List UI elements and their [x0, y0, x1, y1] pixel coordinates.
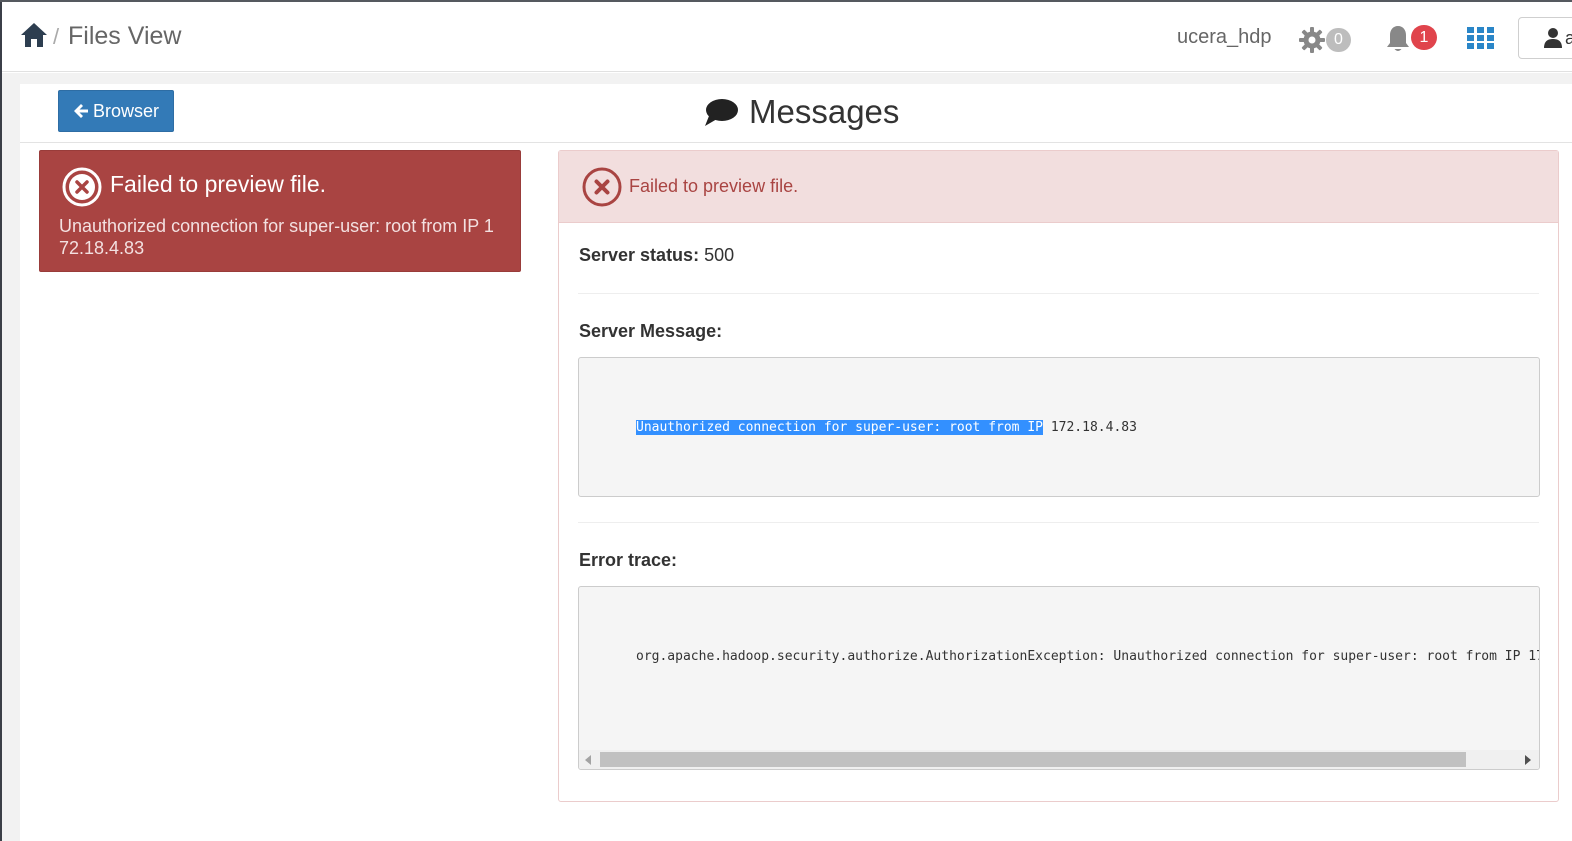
bell-icon[interactable] — [1384, 24, 1412, 54]
scroll-left-arrow[interactable] — [585, 755, 591, 765]
error-trace-text[interactable]: org.apache.hadoop.security.authorize.Aut… — [636, 649, 1539, 664]
selected-text: Unauthorized connection for super-user: … — [636, 420, 1043, 435]
cluster-name: ucera_hdp — [1177, 26, 1272, 48]
server-message-label: Server Message: — [579, 321, 723, 341]
messages-heading: Messages — [703, 92, 899, 132]
error-trace-label: Error trace: — [579, 550, 678, 570]
messages-title: Messages — [749, 93, 900, 130]
user-icon — [1544, 28, 1562, 48]
section-divider — [578, 293, 1539, 294]
browser-button-label: Browser — [92, 100, 159, 121]
error-alert: Failed to preview file. Unauthorized con… — [39, 150, 521, 272]
settings-count-badge: 0 — [1326, 28, 1351, 52]
section-divider — [578, 522, 1539, 523]
user-menu-button[interactable]: a — [1518, 17, 1572, 59]
notifications-count-badge: 1 — [1411, 25, 1437, 50]
times-circle-icon — [582, 167, 622, 207]
grid-icon[interactable] — [1467, 27, 1494, 49]
breadcrumb-separator: / — [53, 24, 60, 49]
server-status-value: 500 — [704, 245, 735, 265]
error-detail-title: Failed to preview file. — [629, 176, 799, 196]
home-icon[interactable] — [20, 21, 48, 49]
gear-icon[interactable] — [1298, 26, 1326, 54]
server-message-box[interactable]: Unauthorized connection for super-user: … — [578, 357, 1540, 497]
error-trace-box[interactable]: org.apache.hadoop.security.authorize.Aut… — [578, 586, 1540, 770]
error-detail-panel: Failed to preview file. Server status: 5… — [558, 150, 1559, 802]
alert-title: Failed to preview file. — [110, 171, 327, 197]
browser-back-button[interactable]: Browser — [58, 90, 174, 132]
server-message-rest: 172.18.4.83 — [1043, 420, 1137, 435]
times-circle-icon — [62, 167, 102, 207]
arrow-left-icon — [73, 104, 88, 118]
user-name-partial: a — [1565, 28, 1572, 48]
comment-icon — [705, 99, 738, 126]
error-detail-header: Failed to preview file. — [559, 151, 1558, 223]
alert-message: Unauthorized connection for super-user: … — [59, 216, 494, 258]
server-status-label: Server status: — [579, 245, 700, 265]
page-title: Files View — [68, 22, 182, 50]
server-status: Server status: 500 — [579, 245, 734, 266]
scroll-thumb[interactable] — [600, 752, 1466, 767]
horizontal-scrollbar[interactable] — [579, 750, 1539, 769]
scroll-right-arrow[interactable] — [1525, 755, 1531, 765]
top-navbar: / Files View ucera_hdp 0 1 a — [2, 2, 1572, 72]
server-message-text[interactable]: Unauthorized connection for super-user: … — [636, 420, 1137, 435]
header-divider — [20, 142, 1572, 143]
